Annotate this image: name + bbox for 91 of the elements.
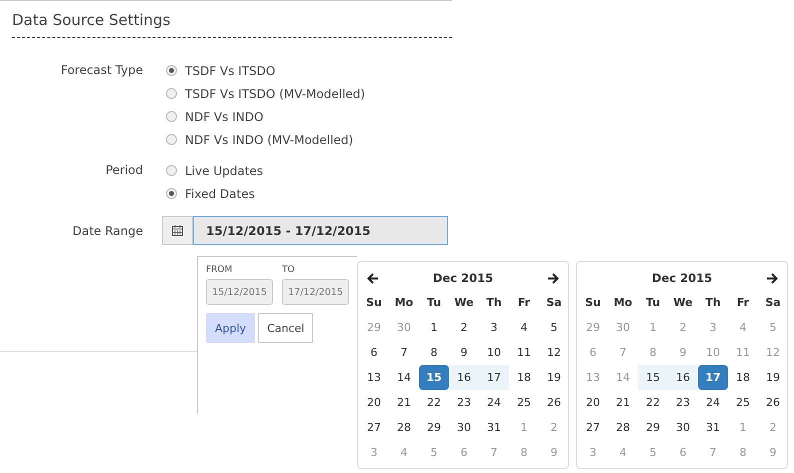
- calendar-day[interactable]: 30: [668, 415, 698, 440]
- date-range-input[interactable]: 15/12/2015 - 17/12/2015: [193, 216, 448, 245]
- weekday-label: Su: [365, 295, 383, 311]
- radio-button[interactable]: [166, 111, 177, 122]
- to-date-input[interactable]: 17/12/2015: [282, 279, 349, 305]
- calendar-day[interactable]: 9: [449, 340, 479, 365]
- calendar-day[interactable]: 25: [728, 390, 758, 415]
- weekday-label: Mo: [612, 295, 634, 311]
- calendar-day[interactable]: 20: [578, 390, 608, 415]
- calendar-day[interactable]: 19: [758, 365, 788, 390]
- radio-button[interactable]: [166, 65, 177, 76]
- radio-option[interactable]: NDF Vs INDO: [166, 108, 460, 125]
- calendar-day[interactable]: 24: [479, 390, 509, 415]
- calendar-day[interactable]: 29: [638, 415, 668, 440]
- month-title: Dec 2015: [650, 271, 714, 285]
- calendar-icon: [172, 225, 183, 236]
- calendar-day[interactable]: 10: [479, 340, 509, 365]
- calendar-day[interactable]: 29: [419, 415, 449, 440]
- weekday-label: Tu: [426, 295, 442, 311]
- cancel-button[interactable]: Cancel: [258, 313, 314, 343]
- weekday-label: Sa: [764, 295, 782, 311]
- calendar-day[interactable]: 16: [449, 365, 479, 390]
- calendar-day[interactable]: 27: [578, 415, 608, 440]
- calendar-day[interactable]: 15: [638, 365, 668, 390]
- calendar-day[interactable]: 27: [359, 415, 389, 440]
- radio-option[interactable]: NDF Vs INDO (MV-Modelled): [166, 131, 460, 148]
- calendar-day[interactable]: 8: [419, 340, 449, 365]
- weekday-label: Mo: [394, 295, 414, 311]
- radio-option[interactable]: TSDF Vs ITSDO: [166, 62, 460, 79]
- field-label: Period: [104, 162, 143, 177]
- weekday-label: Tu: [644, 295, 662, 311]
- calendar-day[interactable]: 26: [758, 390, 788, 415]
- calendar-day[interactable]: 11: [509, 340, 539, 365]
- calendar-day[interactable]: 12: [539, 340, 569, 365]
- weekday-label: Su: [584, 295, 602, 311]
- weekday-label: Th: [704, 295, 722, 311]
- from-date-input[interactable]: 15/12/2015: [206, 279, 273, 305]
- section-title: Data Source Settings: [11, 10, 172, 31]
- calendar-day[interactable]: 3: [479, 315, 509, 340]
- apply-button[interactable]: Apply: [206, 313, 256, 343]
- calendar-day[interactable]: 2: [449, 315, 479, 340]
- calendar-day[interactable]: 6: [359, 340, 389, 365]
- to-label: TO: [282, 265, 296, 275]
- month-title: Dec 2015: [432, 271, 494, 285]
- calendar-day[interactable]: 23: [449, 390, 479, 415]
- calendar-day[interactable]: 31: [698, 415, 728, 440]
- calendar-day[interactable]: 15: [419, 365, 449, 390]
- calendar-day[interactable]: 31: [479, 415, 509, 440]
- calendar-day[interactable]: 13: [359, 365, 389, 390]
- radio-button[interactable]: [166, 165, 177, 176]
- calendar-day[interactable]: 1: [419, 315, 449, 340]
- radio-button[interactable]: [166, 134, 177, 145]
- right-arrow-icon[interactable]: [766, 272, 778, 284]
- calendar-day[interactable]: 21: [389, 390, 419, 415]
- calendar-day[interactable]: 4: [509, 315, 539, 340]
- calendar-day[interactable]: 18: [728, 365, 758, 390]
- from-label: FROM: [206, 265, 234, 275]
- calendar-day[interactable]: 17: [698, 365, 728, 390]
- field-label: Forecast Type: [60, 62, 143, 77]
- calendar-day[interactable]: 18: [509, 365, 539, 390]
- weekday-label: Th: [485, 295, 503, 311]
- weekday-label: Fr: [516, 295, 532, 311]
- calendar-day[interactable]: 23: [668, 390, 698, 415]
- calendar-day[interactable]: 19: [539, 365, 569, 390]
- radio-button[interactable]: [166, 188, 177, 199]
- calendar-day[interactable]: 16: [668, 365, 698, 390]
- left-arrow-icon[interactable]: [367, 272, 379, 284]
- radio-option[interactable]: Fixed Dates: [166, 185, 460, 202]
- calendar-day[interactable]: 22: [419, 390, 449, 415]
- calendar-day[interactable]: 25: [509, 390, 539, 415]
- calendar-day[interactable]: 14: [389, 365, 419, 390]
- radio-button[interactable]: [166, 88, 177, 99]
- calendar-day[interactable]: 5: [539, 315, 569, 340]
- weekday-label: We: [672, 295, 694, 311]
- field-label: Date Range: [71, 223, 143, 238]
- weekday-label: Fr: [736, 295, 750, 311]
- calendar-day[interactable]: 20: [359, 390, 389, 415]
- calendar-day[interactable]: 30: [449, 415, 479, 440]
- calendar-day[interactable]: 28: [608, 415, 638, 440]
- weekday-label: We: [453, 295, 475, 311]
- right-arrow-icon[interactable]: [547, 272, 559, 284]
- calendar-day[interactable]: 17: [479, 365, 509, 390]
- calendar-day[interactable]: 22: [638, 390, 668, 415]
- calendar-day[interactable]: 26: [539, 390, 569, 415]
- weekday-label: Sa: [545, 295, 563, 311]
- calendar-day[interactable]: 21: [608, 390, 638, 415]
- radio-option[interactable]: Live Updates: [166, 162, 460, 179]
- calendar-day[interactable]: 24: [698, 390, 728, 415]
- calendar-day[interactable]: 28: [389, 415, 419, 440]
- radio-option[interactable]: TSDF Vs ITSDO (MV-Modelled): [166, 85, 460, 102]
- calendar-day[interactable]: 7: [389, 340, 419, 365]
